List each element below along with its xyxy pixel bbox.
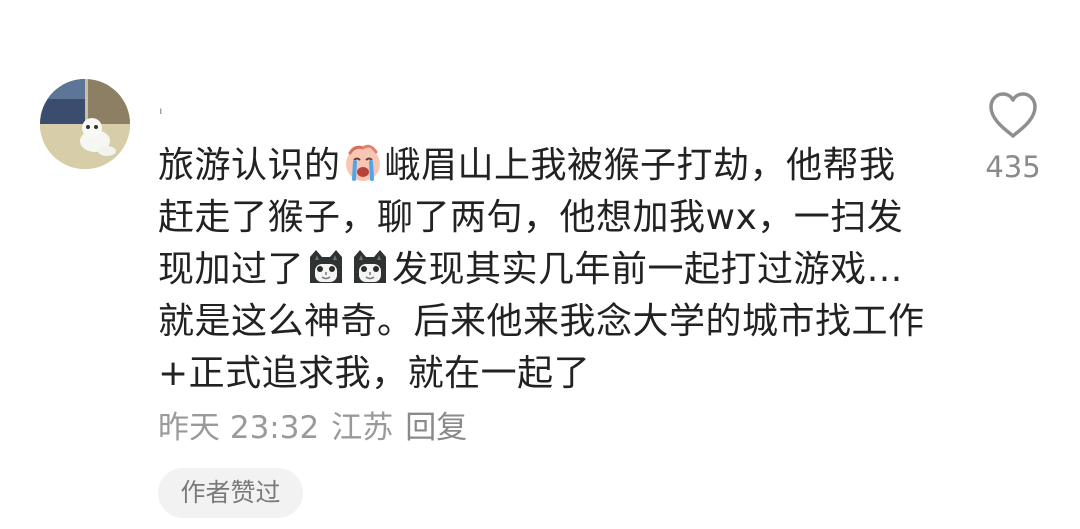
comment-text-part: 旅游认识的 xyxy=(158,145,341,186)
reply-button[interactable]: 回复 xyxy=(405,410,467,446)
comment-location: 江苏 xyxy=(331,410,394,446)
cat-emoji-icon xyxy=(354,250,387,283)
crying-face-emoji-icon xyxy=(345,144,380,181)
cat-emoji-icon xyxy=(310,250,343,283)
author-liked-badge: 作者赞过 xyxy=(158,468,303,518)
comment-username[interactable]: ˌ xyxy=(158,94,164,114)
comment-time: 昨天 23:32 xyxy=(158,410,320,446)
like-count: 435 xyxy=(985,150,1041,184)
comment-meta: 昨天 23:32 江苏 回复 xyxy=(158,406,479,450)
comment-text: 旅游认识的 峨眉山上我被猴子打劫，他帮我赶走了猴子，聊了两句，他想加我wx，一扫… xyxy=(158,140,928,400)
heart-outline-icon[interactable] xyxy=(986,90,1040,140)
like-block: 435 xyxy=(985,90,1041,184)
avatar[interactable] xyxy=(40,79,130,169)
